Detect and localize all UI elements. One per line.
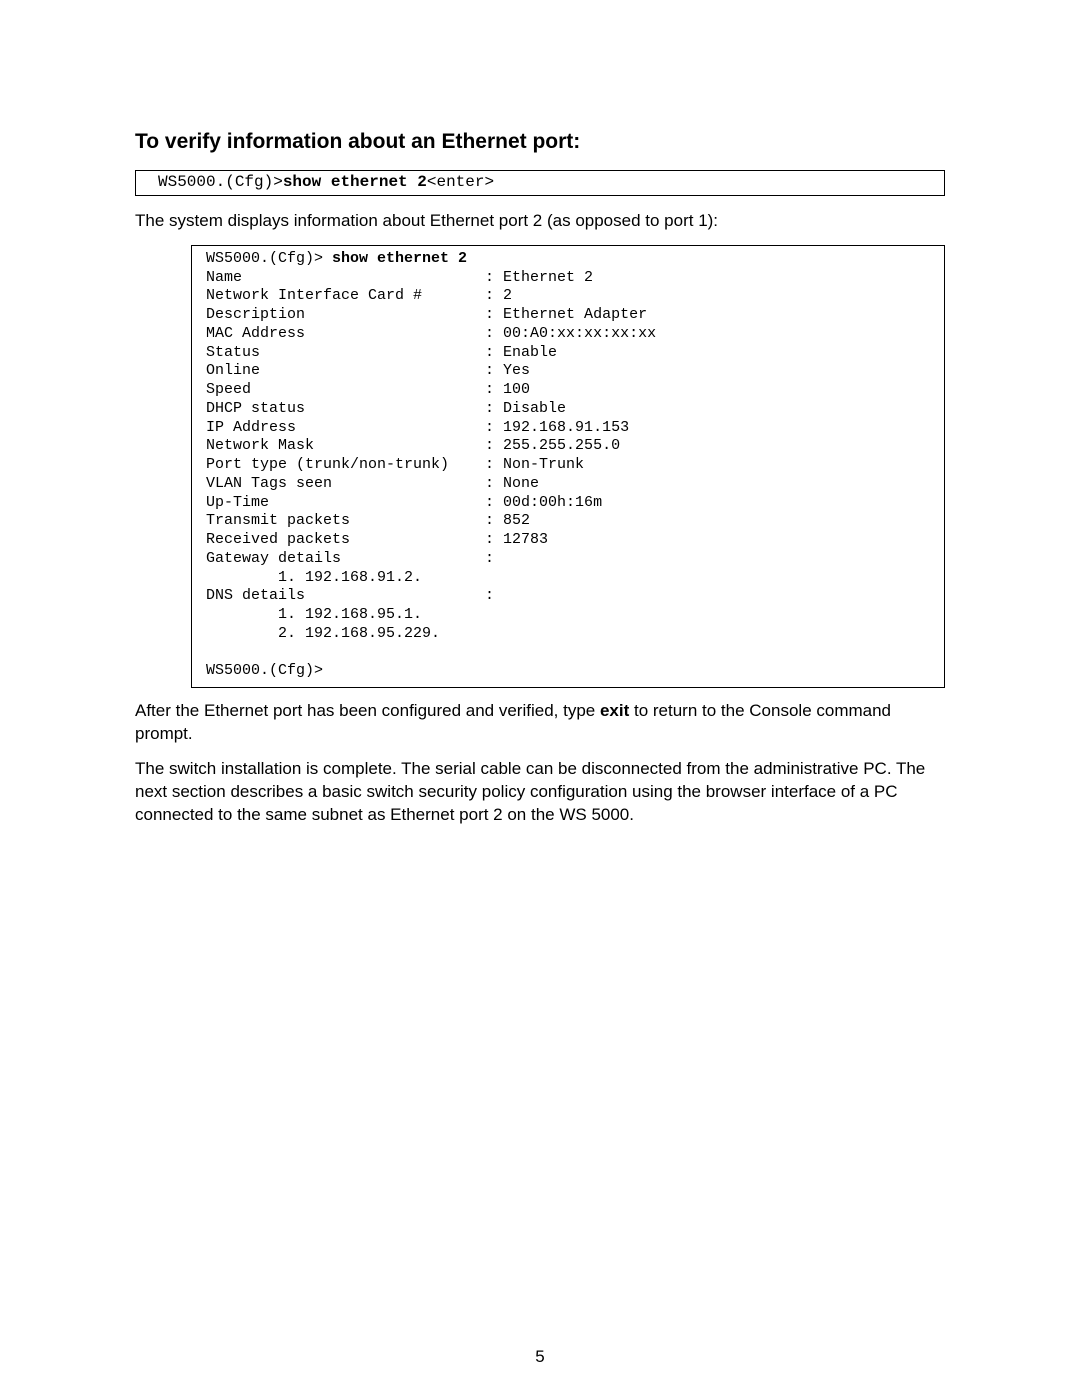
terminal-output: WS5000.(Cfg)> show ethernet 2Name : Ethe… [206, 250, 934, 681]
intro-text: The system displays information about Et… [135, 210, 945, 233]
para1-before: After the Ethernet port has been configu… [135, 701, 600, 720]
command-line: WS5000.(Cfg)>show ethernet 2<enter> [158, 173, 494, 191]
para1-bold: exit [600, 701, 629, 720]
cmd-bold: show ethernet 2 [283, 173, 427, 191]
terminal-output-box: WS5000.(Cfg)> show ethernet 2Name : Ethe… [191, 245, 945, 688]
paragraph-complete: The switch installation is complete. The… [135, 758, 945, 827]
command-entry-box: WS5000.(Cfg)>show ethernet 2<enter> [135, 170, 945, 196]
cmd-prompt: WS5000.(Cfg)> [158, 173, 283, 191]
section-heading: To verify information about an Ethernet … [135, 130, 945, 154]
paragraph-exit: After the Ethernet port has been configu… [135, 700, 945, 746]
page-number: 5 [0, 1347, 1080, 1367]
cmd-suffix: <enter> [427, 173, 494, 191]
